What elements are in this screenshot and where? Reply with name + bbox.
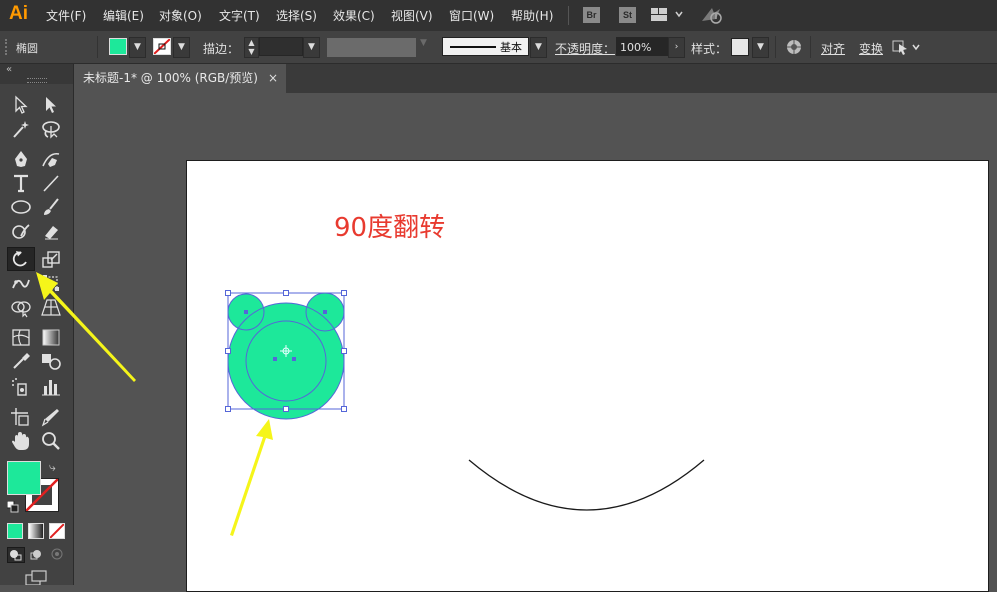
shape-builder-tool-icon[interactable] bbox=[9, 296, 33, 318]
divider bbox=[775, 36, 776, 58]
opacity-arrow[interactable]: › bbox=[668, 37, 685, 58]
variable-width-profile[interactable] bbox=[327, 38, 416, 57]
draw-normal-icon[interactable] bbox=[7, 547, 25, 563]
close-tab-icon[interactable]: × bbox=[268, 64, 278, 93]
menu-effect[interactable]: 效果(C) bbox=[333, 7, 375, 24]
blend-tool-icon[interactable] bbox=[39, 350, 63, 372]
stock-button[interactable]: St bbox=[619, 7, 636, 23]
artboard[interactable] bbox=[186, 160, 989, 592]
menu-edit[interactable]: 编辑(E) bbox=[103, 7, 144, 24]
ellipse-tool-icon[interactable] bbox=[9, 196, 33, 218]
symbol-sprayer-tool-icon[interactable] bbox=[9, 376, 33, 398]
perspective-grid-tool-icon[interactable] bbox=[39, 296, 63, 318]
opacity-input[interactable]: 100% bbox=[616, 37, 668, 56]
brush-stroke-preview bbox=[450, 46, 496, 48]
gpu-performance-icon[interactable] bbox=[700, 5, 724, 28]
menu-type[interactable]: 文字(T) bbox=[219, 7, 260, 24]
control-bar: 椭圆 ▼ ▼ 描边： ▲ ▼ ▼ ▼ 基本 ▼ 不透明度： 100% › 样式： … bbox=[0, 31, 997, 64]
app-logo: Ai bbox=[9, 3, 28, 24]
object-type-label: 椭圆 bbox=[16, 42, 38, 55]
tools-panel-header: « bbox=[0, 64, 73, 84]
magic-wand-tool-icon[interactable] bbox=[9, 118, 33, 140]
menu-view[interactable]: 视图(V) bbox=[391, 7, 433, 24]
column-graph-tool-icon[interactable] bbox=[39, 376, 63, 398]
profile-dropdown-icon: ▼ bbox=[420, 38, 427, 48]
align-button[interactable]: 对齐 bbox=[821, 40, 845, 57]
mesh-tool-icon[interactable] bbox=[9, 326, 33, 348]
menu-window[interactable]: 窗口(W) bbox=[449, 7, 494, 24]
graphic-style-dropdown[interactable]: ▼ bbox=[752, 37, 769, 58]
stroke-weight-label: 描边： bbox=[203, 42, 240, 56]
canvas-annotation-text: 90度翻转 bbox=[334, 213, 446, 243]
menu-help[interactable]: 帮助(H) bbox=[511, 7, 553, 24]
divider bbox=[97, 36, 98, 58]
menu-divider bbox=[568, 6, 569, 25]
selection-tool-icon[interactable] bbox=[9, 94, 33, 116]
curvature-tool-icon[interactable] bbox=[39, 148, 63, 170]
brush-style-name: 基本 bbox=[500, 41, 522, 54]
collapse-panel-icon[interactable]: « bbox=[6, 64, 12, 75]
opacity-label[interactable]: 不透明度： bbox=[555, 40, 615, 57]
screen-mode-icon[interactable] bbox=[24, 570, 50, 588]
artboard-tool-icon[interactable] bbox=[9, 406, 33, 428]
zoom-tool-icon[interactable] bbox=[39, 430, 63, 452]
lasso-tool-icon[interactable] bbox=[39, 118, 63, 140]
recolor-artwork-icon[interactable] bbox=[785, 38, 803, 59]
rotate-tool-icon[interactable] bbox=[7, 247, 35, 271]
puppet-warp-tool-icon[interactable] bbox=[9, 272, 33, 294]
gradient-mode-button[interactable] bbox=[28, 523, 44, 539]
line-segment-tool-icon[interactable] bbox=[39, 172, 63, 194]
fill-color-swatch[interactable] bbox=[109, 38, 127, 55]
draw-behind-icon[interactable] bbox=[28, 547, 46, 563]
stroke-weight-stepper[interactable]: ▲ ▼ bbox=[244, 37, 259, 58]
paintbrush-tool-icon[interactable] bbox=[39, 196, 63, 218]
stroke-color-swatch[interactable] bbox=[153, 38, 171, 55]
document-tab[interactable]: 未标题-1* @ 100% (RGB/预览) × bbox=[74, 64, 286, 93]
menu-bar: Ai 文件(F) 编辑(E) 对象(O) 文字(T) 选择(S) 效果(C) 视… bbox=[0, 0, 997, 31]
free-transform-tool-icon[interactable] bbox=[39, 272, 63, 294]
menu-object[interactable]: 对象(O) bbox=[159, 7, 202, 24]
gradient-tool-icon[interactable] bbox=[39, 326, 63, 348]
tools-panel: « ⤷ bbox=[0, 64, 74, 588]
bridge-button[interactable]: Br bbox=[583, 7, 600, 23]
graphic-style-swatch[interactable] bbox=[731, 38, 749, 56]
document-tab-bar: 未标题-1* @ 100% (RGB/预览) × bbox=[74, 64, 997, 93]
direct-selection-tool-icon[interactable] bbox=[39, 94, 63, 116]
fill-color-box[interactable] bbox=[7, 461, 41, 495]
eyedropper-tool-icon[interactable] bbox=[9, 350, 33, 372]
document-tab-title: 未标题-1* @ 100% (RGB/预览) bbox=[83, 71, 258, 85]
transform-button[interactable]: 变换 bbox=[859, 40, 883, 57]
default-fill-stroke-icon[interactable] bbox=[6, 500, 19, 516]
pen-tool-icon[interactable] bbox=[9, 148, 33, 170]
swap-fill-stroke-icon[interactable]: ⤷ bbox=[49, 460, 56, 475]
eraser-tool-icon[interactable] bbox=[39, 220, 63, 242]
panel-grip bbox=[27, 78, 47, 83]
slice-tool-icon[interactable] bbox=[39, 406, 63, 428]
draw-inside-icon[interactable] bbox=[49, 547, 67, 563]
menu-select[interactable]: 选择(S) bbox=[276, 7, 317, 24]
none-mode-button[interactable] bbox=[49, 523, 65, 539]
shaper-tool-icon[interactable] bbox=[9, 220, 33, 242]
stroke-dropdown[interactable]: ▼ bbox=[173, 37, 190, 58]
stroke-weight-input[interactable] bbox=[259, 37, 303, 56]
brush-dropdown[interactable]: ▼ bbox=[530, 37, 547, 58]
divider bbox=[810, 36, 811, 58]
isolate-object-icon[interactable] bbox=[892, 38, 922, 59]
type-tool-icon[interactable] bbox=[9, 172, 33, 194]
stroke-weight-dropdown[interactable]: ▼ bbox=[303, 37, 320, 58]
hand-tool-icon[interactable] bbox=[9, 430, 33, 452]
scale-tool-icon[interactable] bbox=[39, 248, 63, 270]
workspace-layout-icon[interactable] bbox=[651, 8, 685, 25]
brush-definition-field[interactable]: 基本 bbox=[442, 37, 529, 56]
bar-grip bbox=[5, 39, 9, 55]
color-mode-button[interactable] bbox=[7, 523, 23, 539]
fill-dropdown[interactable]: ▼ bbox=[129, 37, 146, 58]
menu-file[interactable]: 文件(F) bbox=[46, 7, 86, 24]
style-label: 样式： bbox=[691, 42, 728, 56]
